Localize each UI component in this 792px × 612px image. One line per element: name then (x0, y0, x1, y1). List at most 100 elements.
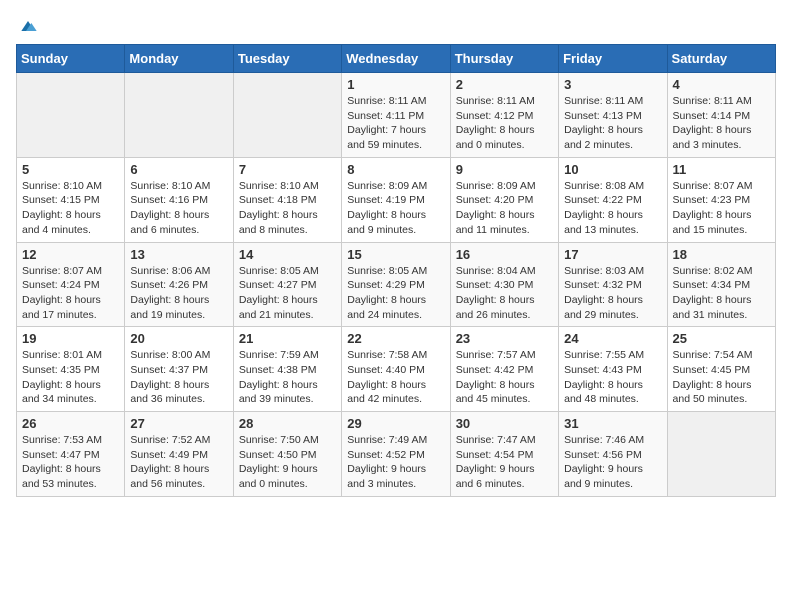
day-number: 26 (22, 416, 119, 431)
day-info: Sunrise: 8:08 AM Sunset: 4:22 PM Dayligh… (564, 179, 661, 238)
day-info: Sunrise: 8:03 AM Sunset: 4:32 PM Dayligh… (564, 264, 661, 323)
calendar-cell: 14Sunrise: 8:05 AM Sunset: 4:27 PM Dayli… (233, 242, 341, 327)
day-number: 13 (130, 247, 227, 262)
day-info: Sunrise: 7:49 AM Sunset: 4:52 PM Dayligh… (347, 433, 444, 492)
day-info: Sunrise: 7:53 AM Sunset: 4:47 PM Dayligh… (22, 433, 119, 492)
day-number: 1 (347, 77, 444, 92)
calendar-cell: 19 Sunrise: 8:01 AM Sunset: 4:35 PM Dayli… (17, 327, 125, 412)
day-header-tuesday: Tuesday (233, 45, 341, 73)
day-info: Sunrise: 8:09 AM Sunset: 4:19 PM Dayligh… (347, 179, 444, 238)
day-number: 17 (564, 247, 661, 262)
day-info: Sunrise: 7:46 AM Sunset: 4:56 PM Dayligh… (564, 433, 661, 492)
day-number: 4 (673, 77, 770, 92)
day-number: 3 (564, 77, 661, 92)
day-number: 30 (456, 416, 553, 431)
calendar-cell: 18Sunrise: 8:02 AM Sunset: 4:34 PM Dayli… (667, 242, 775, 327)
day-info: Sunrise: 7:54 AM Sunset: 4:45 PM Dayligh… (673, 348, 770, 407)
calendar-cell: 11 Sunrise: 8:07 AM Sunset: 4:23 PM Dayli… (667, 157, 775, 242)
day-number: 29 (347, 416, 444, 431)
calendar-cell: 20Sunrise: 8:00 AM Sunset: 4:37 PM Dayli… (125, 327, 233, 412)
day-number: 21 (239, 331, 336, 346)
day-info: Sunrise: 7:57 AM Sunset: 4:42 PM Dayligh… (456, 348, 553, 407)
day-number: 6 (130, 162, 227, 177)
calendar-table: SundayMondayTuesdayWednesdayThursdayFrid… (16, 44, 776, 497)
day-info: Sunrise: 8:06 AM Sunset: 4:26 PM Dayligh… (130, 264, 227, 323)
calendar-week-4: 19 Sunrise: 8:01 AM Sunset: 4:35 PM Dayli… (17, 327, 776, 412)
calendar-cell: 4 Sunrise: 8:11 AM Sunset: 4:14 PM Daylig… (667, 73, 775, 158)
day-number: 12 (22, 247, 119, 262)
day-info: Sunrise: 8:00 AM Sunset: 4:37 PM Dayligh… (130, 348, 227, 407)
calendar-cell: 12 Sunrise: 8:07 AM Sunset: 4:24 PM Dayli… (17, 242, 125, 327)
day-info: Sunrise: 8:10 AM Sunset: 4:18 PM Dayligh… (239, 179, 336, 238)
day-info: Sunrise: 8:01 AM Sunset: 4:35 PM Dayligh… (22, 348, 119, 407)
day-info: Sunrise: 7:58 AM Sunset: 4:40 PM Dayligh… (347, 348, 444, 407)
calendar-cell: 6 Sunrise: 8:10 AM Sunset: 4:16 PM Daylig… (125, 157, 233, 242)
day-number: 22 (347, 331, 444, 346)
calendar-cell: 2 Sunrise: 8:11 AM Sunset: 4:12 PM Daylig… (450, 73, 558, 158)
calendar-cell: 31 Sunrise: 7:46 AM Sunset: 4:56 PM Dayli… (559, 412, 667, 497)
calendar-cell: 25Sunrise: 7:54 AM Sunset: 4:45 PM Dayli… (667, 327, 775, 412)
day-number: 28 (239, 416, 336, 431)
calendar-cell: 3Sunrise: 8:11 AM Sunset: 4:13 PM Daylig… (559, 73, 667, 158)
calendar-cell (125, 73, 233, 158)
day-info: Sunrise: 8:09 AM Sunset: 4:20 PM Dayligh… (456, 179, 553, 238)
calendar-cell: 15 Sunrise: 8:05 AM Sunset: 4:29 PM Dayli… (342, 242, 450, 327)
day-number: 2 (456, 77, 553, 92)
calendar-cell: 5Sunrise: 8:10 AM Sunset: 4:15 PM Daylig… (17, 157, 125, 242)
calendar-cell: 26 Sunrise: 7:53 AM Sunset: 4:47 PM Dayli… (17, 412, 125, 497)
day-info: Sunrise: 7:47 AM Sunset: 4:54 PM Dayligh… (456, 433, 553, 492)
day-number: 18 (673, 247, 770, 262)
calendar-cell: 21 Sunrise: 7:59 AM Sunset: 4:38 PM Dayli… (233, 327, 341, 412)
calendar-cell: 1 Sunrise: 8:11 AM Sunset: 4:11 PM Daylig… (342, 73, 450, 158)
calendar-cell: 9Sunrise: 8:09 AM Sunset: 4:20 PM Daylig… (450, 157, 558, 242)
day-info: Sunrise: 8:11 AM Sunset: 4:11 PM Dayligh… (347, 94, 444, 153)
day-number: 11 (673, 162, 770, 177)
day-number: 15 (347, 247, 444, 262)
day-number: 8 (347, 162, 444, 177)
day-info: Sunrise: 8:05 AM Sunset: 4:29 PM Dayligh… (347, 264, 444, 323)
day-info: Sunrise: 8:07 AM Sunset: 4:23 PM Dayligh… (673, 179, 770, 238)
calendar-cell: 7 Sunrise: 8:10 AM Sunset: 4:18 PM Daylig… (233, 157, 341, 242)
day-info: Sunrise: 8:11 AM Sunset: 4:12 PM Dayligh… (456, 94, 553, 153)
day-number: 7 (239, 162, 336, 177)
calendar-cell: 10 Sunrise: 8:08 AM Sunset: 4:22 PM Dayli… (559, 157, 667, 242)
day-header-wednesday: Wednesday (342, 45, 450, 73)
calendar-cell: 29 Sunrise: 7:49 AM Sunset: 4:52 PM Dayli… (342, 412, 450, 497)
day-header-saturday: Saturday (667, 45, 775, 73)
calendar-cell (17, 73, 125, 158)
calendar-cell: 30 Sunrise: 7:47 AM Sunset: 4:54 PM Dayli… (450, 412, 558, 497)
day-number: 24 (564, 331, 661, 346)
calendar-cell: 24Sunrise: 7:55 AM Sunset: 4:43 PM Dayli… (559, 327, 667, 412)
day-number: 23 (456, 331, 553, 346)
logo-icon (18, 16, 38, 36)
day-info: Sunrise: 7:59 AM Sunset: 4:38 PM Dayligh… (239, 348, 336, 407)
calendar-cell: 13 Sunrise: 8:06 AM Sunset: 4:26 PM Dayli… (125, 242, 233, 327)
day-number: 27 (130, 416, 227, 431)
calendar-cell: 17 Sunrise: 8:03 AM Sunset: 4:32 PM Dayli… (559, 242, 667, 327)
day-info: Sunrise: 8:11 AM Sunset: 4:14 PM Dayligh… (673, 94, 770, 153)
calendar-cell: 22 Sunrise: 7:58 AM Sunset: 4:40 PM Dayli… (342, 327, 450, 412)
day-info: Sunrise: 7:52 AM Sunset: 4:49 PM Dayligh… (130, 433, 227, 492)
day-info: Sunrise: 8:04 AM Sunset: 4:30 PM Dayligh… (456, 264, 553, 323)
day-info: Sunrise: 8:10 AM Sunset: 4:16 PM Dayligh… (130, 179, 227, 238)
logo (16, 16, 38, 36)
day-header-friday: Friday (559, 45, 667, 73)
calendar-cell: 23 Sunrise: 7:57 AM Sunset: 4:42 PM Dayli… (450, 327, 558, 412)
day-info: Sunrise: 8:07 AM Sunset: 4:24 PM Dayligh… (22, 264, 119, 323)
calendar-week-1: 1 Sunrise: 8:11 AM Sunset: 4:11 PM Daylig… (17, 73, 776, 158)
calendar-cell: 28 Sunrise: 7:50 AM Sunset: 4:50 PM Dayli… (233, 412, 341, 497)
calendar-cell: 27 Sunrise: 7:52 AM Sunset: 4:49 PM Dayli… (125, 412, 233, 497)
day-number: 5 (22, 162, 119, 177)
day-header-thursday: Thursday (450, 45, 558, 73)
calendar-header-row: SundayMondayTuesdayWednesdayThursdayFrid… (17, 45, 776, 73)
day-header-sunday: Sunday (17, 45, 125, 73)
day-number: 10 (564, 162, 661, 177)
day-number: 16 (456, 247, 553, 262)
day-number: 14 (239, 247, 336, 262)
calendar-cell: 8 Sunrise: 8:09 AM Sunset: 4:19 PM Daylig… (342, 157, 450, 242)
day-number: 19 (22, 331, 119, 346)
day-number: 31 (564, 416, 661, 431)
calendar-week-3: 12 Sunrise: 8:07 AM Sunset: 4:24 PM Dayli… (17, 242, 776, 327)
day-info: Sunrise: 7:50 AM Sunset: 4:50 PM Dayligh… (239, 433, 336, 492)
page-header (16, 16, 776, 36)
